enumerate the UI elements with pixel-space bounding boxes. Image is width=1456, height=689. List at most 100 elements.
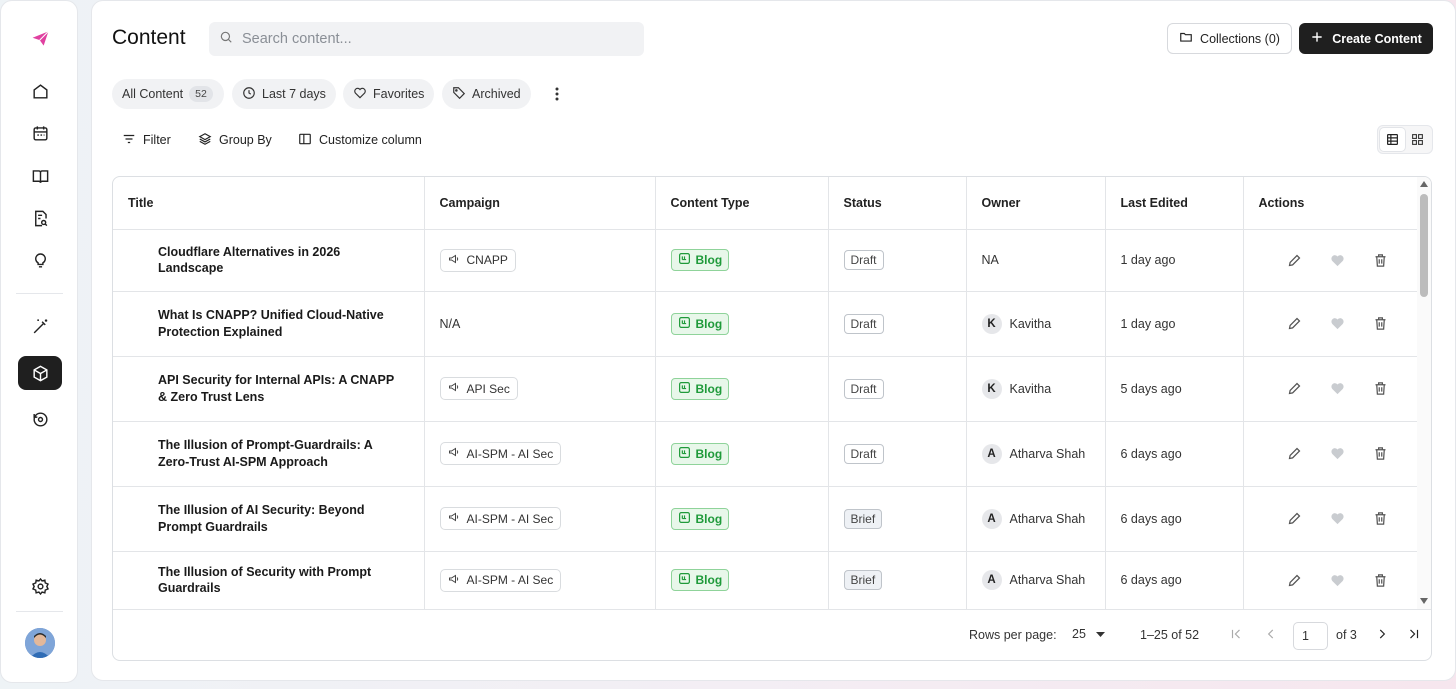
group-by-button[interactable]: Group By <box>198 131 272 149</box>
column-header-campaign[interactable]: Campaign <box>424 177 656 230</box>
campaign-label: CNAPP <box>466 253 508 267</box>
table-row[interactable]: API Security for Internal APIs: A CNAPP … <box>113 356 1417 422</box>
owner-name: Kavitha <box>1009 381 1052 396</box>
owner-name: Kavitha <box>1009 316 1052 331</box>
campaign-tag[interactable]: CNAPP <box>439 248 516 272</box>
column-header-status[interactable]: Status <box>828 177 967 230</box>
grid-view-icon[interactable] <box>1405 128 1430 151</box>
page-number-input[interactable]: 1 <box>1293 622 1328 650</box>
campaign-cell: CNAPP <box>424 229 656 292</box>
magic-wand-icon[interactable] <box>18 309 62 343</box>
megaphone-icon <box>448 573 460 588</box>
search-input[interactable] <box>242 31 622 47</box>
column-header-actions: Actions <box>1243 177 1417 230</box>
history-icon[interactable] <box>18 402 62 436</box>
edit-pencil-icon[interactable] <box>1287 316 1302 331</box>
lightbulb-icon[interactable] <box>18 243 62 277</box>
content-type-badge: Blog <box>670 377 730 400</box>
status-badge: Draft <box>843 250 884 270</box>
favorite-heart-icon[interactable] <box>1330 446 1345 461</box>
delete-trash-icon[interactable] <box>1373 573 1388 588</box>
favorite-heart-icon[interactable] <box>1330 253 1345 268</box>
owner-avatar: A <box>981 570 1002 590</box>
owner: A Atharva Shah <box>981 570 1105 590</box>
favorite-heart-icon[interactable] <box>1330 381 1345 396</box>
title-cell[interactable]: The Illusion of Prompt-Guardrails: A Zer… <box>113 421 425 487</box>
campaign-tag[interactable]: AI-SPM - AI Sec <box>439 507 562 530</box>
delete-trash-icon[interactable] <box>1373 316 1388 331</box>
chip-last-7-days[interactable]: Last 7 days <box>232 79 336 109</box>
search-bar[interactable] <box>209 22 644 56</box>
title-cell[interactable]: The Illusion of AI Security: Beyond Prom… <box>113 486 425 552</box>
owner-avatar: K <box>981 378 1002 399</box>
chip-label: All Content <box>122 87 184 101</box>
cube-icon[interactable] <box>18 356 62 390</box>
chip-archived[interactable]: Archived <box>442 79 531 109</box>
column-header-title[interactable]: Title <box>113 177 425 230</box>
delete-trash-icon[interactable] <box>1373 446 1388 461</box>
create-content-button[interactable]: Create Content <box>1299 23 1433 54</box>
table-row[interactable]: What Is CNAPP? Unified Cloud-Native Prot… <box>113 291 1417 357</box>
column-header-owner[interactable]: Owner <box>966 177 1106 230</box>
prev-page-icon[interactable] <box>1264 627 1278 644</box>
table-row[interactable]: The Illusion of Prompt-Guardrails: A Zer… <box>113 421 1417 487</box>
title-cell[interactable]: What Is CNAPP? Unified Cloud-Native Prot… <box>113 291 425 357</box>
edit-pencil-icon[interactable] <box>1287 381 1302 396</box>
user-avatar[interactable] <box>25 628 55 658</box>
scrollbar-thumb[interactable] <box>1420 194 1428 297</box>
scroll-up-icon[interactable] <box>1420 181 1428 187</box>
delete-trash-icon[interactable] <box>1373 511 1388 526</box>
last-edited-cell: 1 day ago <box>1105 229 1244 292</box>
title-cell[interactable]: API Security for Internal APIs: A CNAPP … <box>113 356 425 422</box>
table-view-icon[interactable] <box>1380 128 1405 151</box>
edit-pencil-icon[interactable] <box>1287 446 1302 461</box>
chip-favorites[interactable]: Favorites <box>343 79 435 109</box>
content-type-cell: Blog <box>655 291 829 357</box>
delete-trash-icon[interactable] <box>1373 253 1388 268</box>
owner: K Kavitha <box>981 378 1105 399</box>
paper-plane-logo-icon[interactable] <box>18 21 62 55</box>
title-cell[interactable]: Cloudflare Alternatives in 2026 Landscap… <box>113 229 425 292</box>
more-options-icon[interactable] <box>549 85 565 103</box>
favorite-heart-icon[interactable] <box>1330 511 1345 526</box>
last-page-icon[interactable] <box>1407 627 1421 644</box>
campaign-tag[interactable]: AI-SPM - AI Sec <box>439 442 562 465</box>
column-header-last-edited[interactable]: Last Edited <box>1105 177 1244 230</box>
table-row[interactable]: Cloudflare Alternatives in 2026 Landscap… <box>113 229 1417 292</box>
home-icon[interactable] <box>18 74 62 108</box>
campaign-label: API Sec <box>466 381 510 396</box>
actions-cell <box>1243 356 1417 422</box>
favorite-heart-icon[interactable] <box>1330 573 1345 588</box>
clock-icon <box>242 86 256 103</box>
sidebar-divider <box>16 611 63 612</box>
first-page-icon[interactable] <box>1229 627 1243 644</box>
edit-pencil-icon[interactable] <box>1287 253 1302 268</box>
rows-per-page-select[interactable]: 25 <box>1072 627 1105 641</box>
table-row[interactable]: The Illusion of AI Security: Beyond Prom… <box>113 486 1417 552</box>
campaign-cell: AI-SPM - AI Sec <box>424 421 656 487</box>
sidebar <box>0 0 78 683</box>
table-row[interactable]: The Illusion of Security with Prompt Gua… <box>113 551 1417 610</box>
owner-cell: A Atharva Shah <box>966 551 1106 610</box>
edit-pencil-icon[interactable] <box>1287 511 1302 526</box>
delete-trash-icon[interactable] <box>1373 381 1388 396</box>
title-cell[interactable]: The Illusion of Security with Prompt Gua… <box>113 551 425 610</box>
collections-button[interactable]: Collections (0) <box>1167 23 1292 54</box>
calendar-icon[interactable] <box>18 116 62 150</box>
next-page-icon[interactable] <box>1375 627 1389 644</box>
column-header-content-type[interactable]: Content Type <box>655 177 829 230</box>
filter-button[interactable]: Filter <box>122 131 171 149</box>
status-badge: Draft <box>843 378 884 399</box>
edit-pencil-icon[interactable] <box>1287 573 1302 588</box>
favorite-heart-icon[interactable] <box>1330 316 1345 331</box>
book-icon[interactable] <box>18 159 62 193</box>
scroll-down-icon[interactable] <box>1420 598 1428 604</box>
table-scrollbar[interactable] <box>1417 177 1431 609</box>
chip-all-content[interactable]: All Content 52 <box>112 79 224 109</box>
customize-column-button[interactable]: Customize column <box>298 131 422 149</box>
campaign-tag[interactable]: API Sec <box>439 377 518 400</box>
last-edited-cell: 6 days ago <box>1105 551 1244 610</box>
settings-gear-icon[interactable] <box>18 569 62 603</box>
document-search-icon[interactable] <box>18 201 62 235</box>
campaign-tag[interactable]: AI-SPM - AI Sec <box>439 568 562 592</box>
